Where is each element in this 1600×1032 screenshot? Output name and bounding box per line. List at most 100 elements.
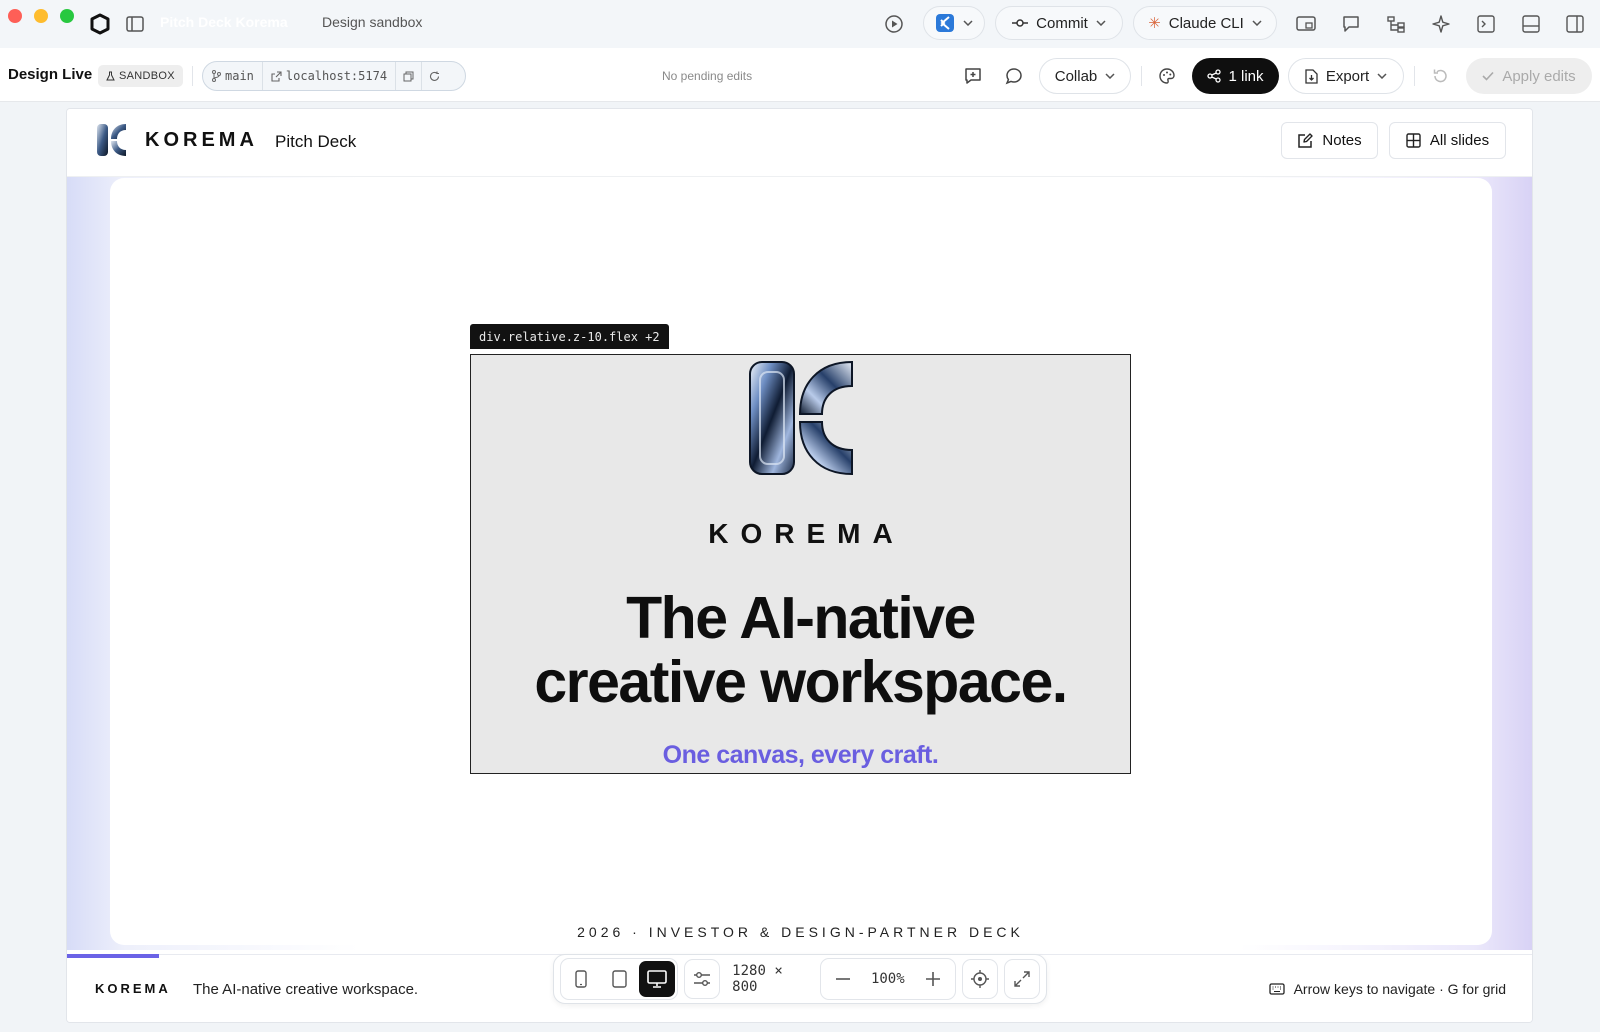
localhost-link[interactable]: localhost:5174	[263, 62, 397, 90]
korema-logo-icon	[95, 122, 129, 158]
agent-picker-button[interactable]: ✳ Claude CLI	[1133, 6, 1277, 40]
refresh-icon	[429, 71, 440, 82]
sidebar-toggle-icon[interactable]	[123, 12, 147, 36]
minus-icon	[835, 978, 850, 980]
collab-label: Collab	[1054, 67, 1098, 85]
desktop-view-button[interactable]	[639, 961, 675, 997]
expand-icon	[1014, 971, 1030, 987]
tree-structure-icon[interactable]	[1384, 12, 1408, 36]
keyboard-hint-text: Arrow keys to navigate · G for grid	[1293, 981, 1506, 997]
git-branch-icon	[211, 70, 221, 82]
pending-edits-status: No pending edits	[662, 69, 753, 83]
zoom-group: 100%	[819, 958, 956, 1000]
device-toolbar: 1280 × 800 100%	[553, 954, 1047, 1004]
app-logo-icon	[88, 12, 112, 36]
share-link-label: 1 link	[1228, 67, 1264, 85]
close-window-button[interactable]	[8, 9, 22, 23]
agent-label: Claude CLI	[1168, 14, 1244, 32]
check-icon	[1482, 71, 1494, 81]
right-panel-icon[interactable]	[1563, 12, 1587, 36]
notes-label: Notes	[1322, 132, 1362, 149]
vscode-icon	[935, 13, 955, 33]
sliders-icon	[693, 971, 711, 987]
mobile-view-button[interactable]	[563, 961, 599, 997]
window-subtitle: Design sandbox	[322, 14, 423, 30]
slide-wordmark: KOREMA	[708, 518, 905, 549]
zoom-in-button[interactable]	[915, 961, 951, 997]
chevron-down-icon	[1377, 73, 1387, 79]
commit-label: Commit	[1036, 14, 1088, 32]
minimize-window-button[interactable]	[34, 9, 48, 23]
design-live-label: Design Live	[8, 66, 93, 83]
tablet-view-button[interactable]	[601, 961, 637, 997]
fullscreen-button[interactable]	[1003, 959, 1041, 999]
phone-icon	[575, 970, 587, 988]
export-label: Export	[1325, 67, 1370, 85]
share-icon	[1207, 69, 1222, 83]
recenter-button[interactable]	[961, 959, 998, 999]
chevron-down-icon	[1096, 20, 1106, 26]
undo-icon[interactable]	[1427, 63, 1453, 89]
footer-tagline: The AI-native creative workspace.	[193, 981, 419, 998]
sandbox-badge: SANDBOX	[98, 65, 183, 87]
headline-line-1: The AI-native	[626, 585, 976, 651]
chevron-down-icon	[1252, 20, 1262, 26]
zoom-window-button[interactable]	[60, 9, 74, 23]
editor-picker-button[interactable]	[923, 6, 985, 40]
apply-edits-button[interactable]: Apply edits	[1466, 58, 1592, 94]
plus-icon	[925, 972, 940, 986]
comments-icon[interactable]	[1001, 63, 1027, 89]
slide-caption: 2026 · INVESTOR & DESIGN-PARTNER DECK	[577, 924, 1024, 940]
footer-brand: KOREMA	[95, 981, 171, 996]
zoom-out-button[interactable]	[825, 961, 861, 997]
crosshair-icon	[970, 970, 989, 988]
keyboard-icon	[1268, 983, 1285, 995]
all-slides-label: All slides	[1429, 132, 1490, 149]
sandbox-badge-label: SANDBOX	[119, 70, 175, 82]
window-title: Pitch Deck Korema	[160, 14, 288, 30]
commit-icon	[1012, 18, 1029, 28]
reload-button[interactable]	[422, 62, 447, 90]
bottom-panel-icon[interactable]	[1519, 12, 1543, 36]
tablet-icon	[611, 970, 627, 988]
share-link-button[interactable]: 1 link	[1192, 58, 1279, 94]
headline-line-2: creative workspace.	[534, 649, 1068, 715]
viewport-settings-button[interactable]	[684, 959, 721, 999]
play-icon[interactable]	[882, 12, 906, 36]
external-link-icon	[271, 70, 282, 82]
terminal-icon[interactable]	[1474, 12, 1498, 36]
copy-icon	[403, 71, 414, 82]
divider	[192, 66, 193, 86]
chevron-down-icon	[1105, 73, 1115, 79]
export-button[interactable]: Export	[1288, 58, 1404, 94]
branch-selector[interactable]: main	[203, 62, 263, 90]
slide-headline: The AI-native creative workspace.	[470, 586, 1131, 714]
zoom-level: 100%	[870, 971, 905, 987]
device-size-group	[560, 958, 678, 1000]
chat-bubble-icon[interactable]	[1339, 12, 1363, 36]
deck-title: Pitch Deck	[275, 132, 357, 151]
flask-icon	[106, 71, 115, 81]
commit-button[interactable]: Commit	[995, 6, 1123, 40]
apply-edits-label: Apply edits	[1502, 67, 1576, 85]
viewport-dimensions: 1280 × 800	[732, 963, 783, 995]
edit-note-icon	[1297, 132, 1314, 149]
keyboard-hint: Arrow keys to navigate · G for grid	[1268, 981, 1506, 997]
all-slides-button[interactable]: All slides	[1389, 122, 1506, 159]
chevron-down-icon	[963, 20, 973, 26]
add-comment-icon[interactable]	[960, 63, 986, 89]
palette-icon[interactable]	[1154, 63, 1180, 89]
copy-url-button[interactable]	[396, 62, 423, 90]
export-file-icon	[1305, 68, 1318, 84]
branch-name: main	[225, 69, 254, 83]
claude-icon: ✳	[1148, 15, 1161, 32]
host-url: localhost:5174	[285, 69, 388, 83]
divider	[1414, 66, 1415, 86]
korema-k-logo-icon	[744, 358, 860, 478]
preview-window-icon[interactable]	[1294, 12, 1318, 36]
grid-icon	[1406, 133, 1421, 148]
branch-host-pill: main localhost:5174	[202, 61, 466, 91]
collab-button[interactable]: Collab	[1039, 58, 1131, 94]
notes-button[interactable]: Notes	[1281, 122, 1378, 159]
sparkle-icon[interactable]	[1429, 12, 1453, 36]
